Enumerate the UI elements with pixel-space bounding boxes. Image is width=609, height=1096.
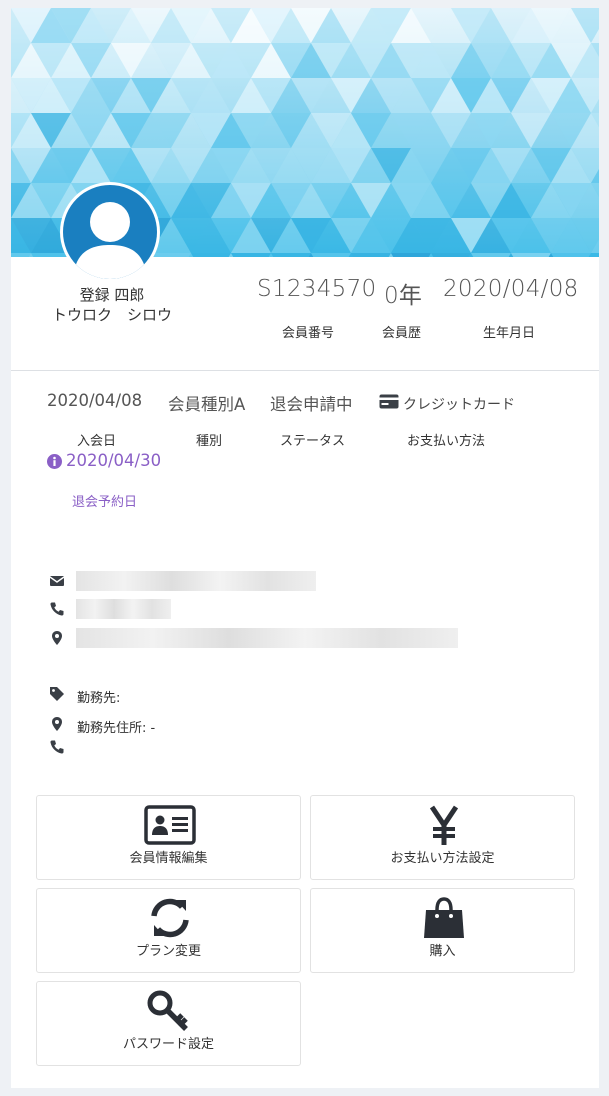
plan-change-label: プラン変更: [135, 944, 201, 959]
location-pin-icon: [49, 630, 65, 646]
phone-redacted: [76, 599, 171, 619]
pattern-triangle: [11, 253, 31, 257]
member-card: 登録 四郎 トウロク シロウ S1234570 0年 2020/04/08 会員…: [11, 8, 599, 1088]
birthdate: 2020/04/08: [443, 276, 579, 302]
yen-icon: [418, 803, 470, 847]
member-type: 会員種別A: [168, 395, 246, 414]
key-icon: [144, 989, 196, 1033]
pattern-triangle: [271, 253, 311, 257]
member-number-label: 会員番号: [282, 326, 335, 341]
password-settings-label: パスワード設定: [122, 1037, 214, 1052]
pattern-triangle: [551, 253, 591, 257]
info-icon: [47, 454, 62, 469]
pattern-triangle: [431, 253, 471, 257]
refresh-icon: [144, 896, 196, 940]
birthdate-label: 生年月日: [483, 326, 536, 341]
pattern-triangle: [471, 253, 511, 257]
pattern-triangle: [231, 253, 271, 257]
work-location-pin-icon: [49, 716, 65, 732]
id-card-icon: [144, 803, 196, 847]
credit-card-icon: [379, 394, 399, 409]
member-number: S1234570: [257, 276, 377, 302]
work-address-label: 勤務先住所: -: [77, 721, 156, 736]
member-years: 0年: [384, 283, 423, 309]
phone-icon: [49, 601, 65, 617]
member-type-label: 種別: [196, 434, 223, 449]
address-redacted: [76, 628, 458, 648]
member-status-label: ステータス: [280, 434, 346, 449]
edit-member-info-label: 会員情報編集: [129, 851, 208, 866]
member-status: 退会申請中: [270, 395, 353, 414]
purchase-label: 購入: [429, 944, 456, 959]
withdrawal-date-label: 退会予約日: [72, 495, 138, 510]
pattern-triangle: [351, 253, 391, 257]
pattern-triangle: [391, 253, 431, 257]
divider: [11, 370, 599, 371]
pattern-triangle: [311, 253, 351, 257]
edit-member-info-button[interactable]: 会員情報編集: [36, 795, 301, 880]
work-phone-icon: [49, 739, 65, 755]
payment-settings-button[interactable]: お支払い方法設定: [310, 795, 575, 880]
shopping-bag-icon: [418, 896, 470, 940]
pattern-triangle: [511, 253, 551, 257]
withdrawal-date: 2020/04/30: [66, 451, 162, 470]
employer-label: 勤務先:: [77, 691, 121, 706]
payment-settings-label: お支払い方法設定: [390, 851, 495, 866]
payment-method: クレジットカード: [403, 397, 515, 413]
envelope-icon: [49, 573, 65, 589]
pattern-triangle: [151, 253, 191, 257]
purchase-button[interactable]: 購入: [310, 888, 575, 973]
payment-method-label: お支払い方法: [407, 434, 486, 449]
avatar: [60, 182, 160, 282]
member-name-kana: トウロク シロウ: [51, 306, 172, 324]
member-years-label: 会員歴: [382, 326, 422, 341]
join-date: 2020/04/08: [47, 391, 143, 410]
member-name-kanji: 登録 四郎: [79, 286, 145, 304]
user-silhouette-icon: [73, 202, 147, 279]
tag-icon: [49, 686, 65, 702]
pattern-triangle: [191, 253, 231, 257]
join-date-label: 入会日: [77, 434, 117, 449]
password-settings-button[interactable]: パスワード設定: [36, 981, 301, 1066]
plan-change-button[interactable]: プラン変更: [36, 888, 301, 973]
email-redacted: [76, 571, 316, 591]
